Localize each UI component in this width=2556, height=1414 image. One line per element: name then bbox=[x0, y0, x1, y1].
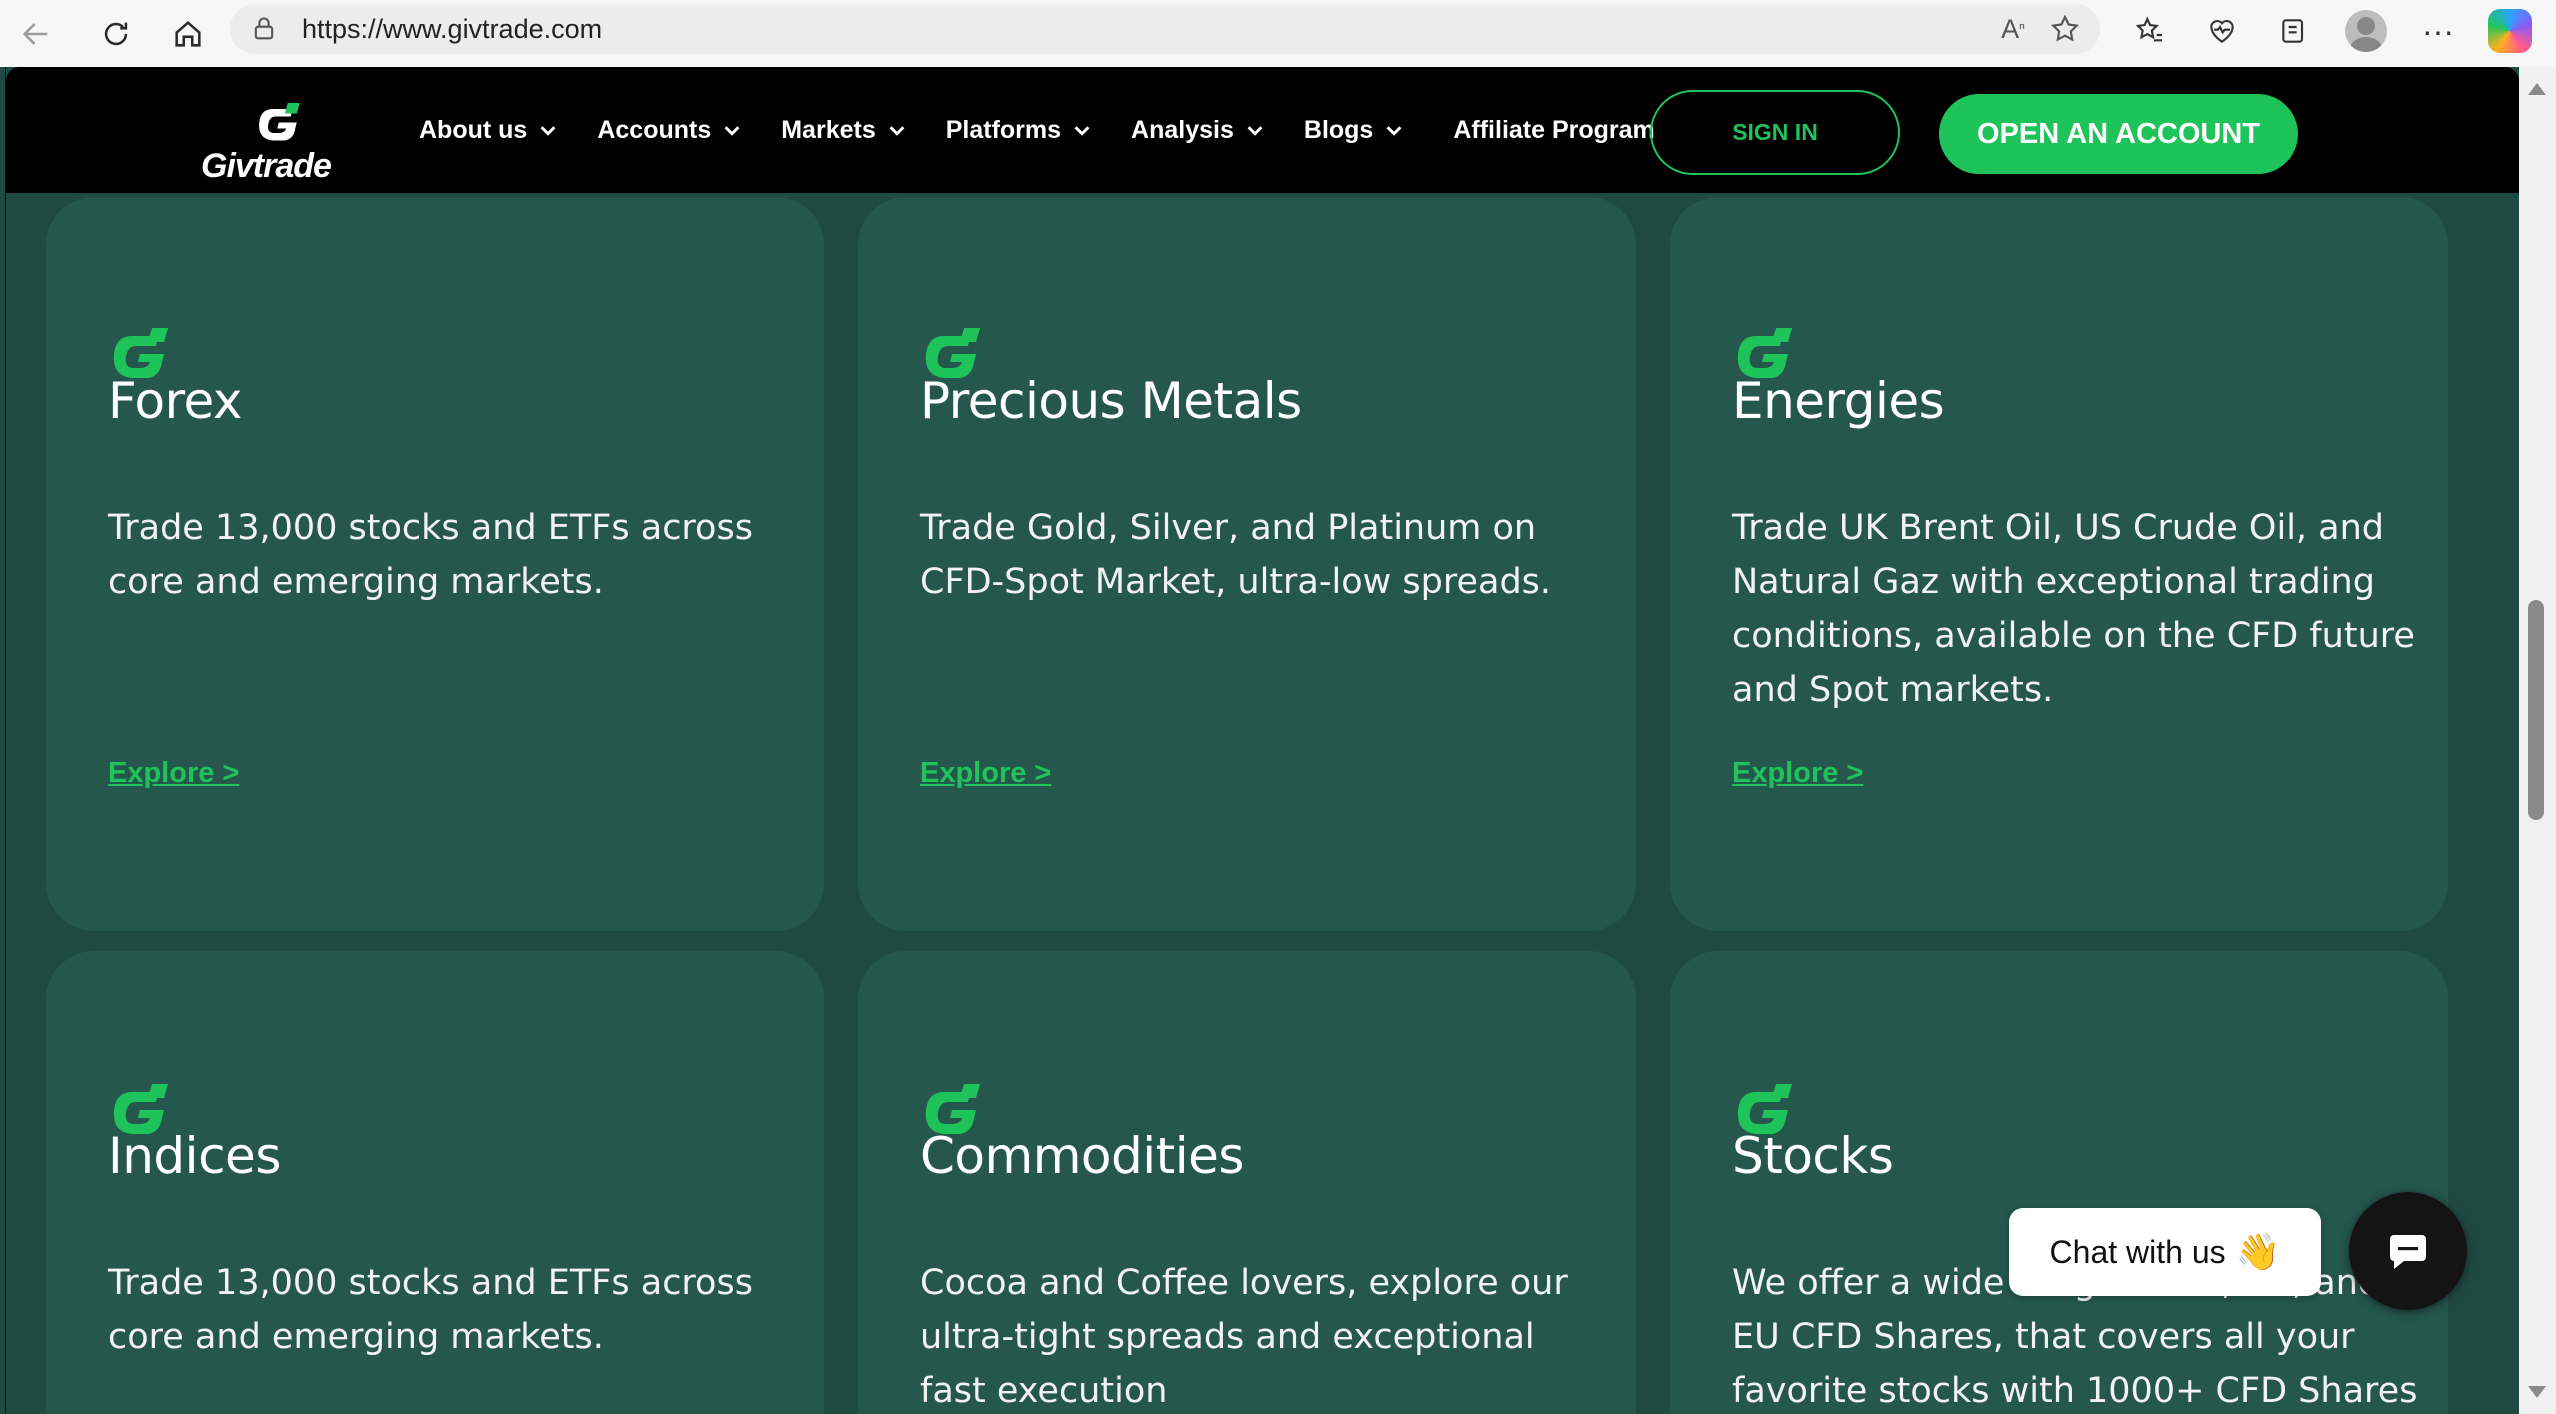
site-header: Givtrade About us Accounts Markets Platf… bbox=[6, 67, 2519, 193]
lock-icon[interactable] bbox=[250, 14, 280, 44]
nav-label: Accounts bbox=[597, 115, 712, 144]
home-icon[interactable] bbox=[158, 4, 218, 64]
favorites-list-icon[interactable] bbox=[2120, 3, 2180, 59]
nav-platforms[interactable]: Platforms bbox=[946, 116, 1093, 145]
chat-prompt-bubble[interactable]: Chat with us 👋 bbox=[2009, 1208, 2321, 1296]
url-text[interactable]: https://www.givtrade.com bbox=[302, 14, 602, 45]
chat-label: Chat with us bbox=[2049, 1233, 2226, 1270]
chat-icon bbox=[2390, 1235, 2426, 1269]
card-title: Indices bbox=[108, 1127, 281, 1185]
open-account-button[interactable]: OPEN AN ACCOUNT bbox=[1939, 94, 2298, 174]
explore-link[interactable]: Explore > bbox=[1732, 757, 1863, 790]
scroll-up-arrow-icon[interactable] bbox=[2528, 83, 2546, 95]
chevron-down-icon bbox=[1247, 126, 1263, 136]
copilot-logo bbox=[2488, 9, 2532, 53]
back-arrow-icon[interactable] bbox=[6, 4, 66, 64]
collections-icon[interactable] bbox=[2264, 3, 2324, 59]
sign-in-button[interactable]: SIGN IN bbox=[1650, 90, 1900, 175]
page-scrollbar[interactable] bbox=[2518, 67, 2556, 1414]
browser-toolbar: https://www.givtrade.com Aⁿ ··· bbox=[0, 0, 2556, 67]
chevron-down-icon bbox=[1074, 126, 1090, 136]
nav-markets[interactable]: Markets bbox=[781, 116, 908, 145]
market-card-indices: Indices Trade 13,000 stocks and ETFs acr… bbox=[46, 951, 824, 1414]
nav-affiliate-program[interactable]: Affiliate Program bbox=[1453, 116, 1654, 145]
card-title: Precious Metals bbox=[920, 372, 1302, 430]
logo-text: Givtrade bbox=[201, 147, 332, 185]
nav-about-us[interactable]: About us bbox=[419, 116, 559, 145]
avatar bbox=[2345, 10, 2387, 52]
market-card-energies: Energies Trade UK Brent Oil, US Crude Oi… bbox=[1670, 197, 2448, 931]
nav-label: Affiliate Program bbox=[1453, 115, 1655, 144]
chat-launcher-button[interactable] bbox=[2349, 1192, 2467, 1310]
card-title: Energies bbox=[1732, 372, 1945, 430]
main-nav: About us Accounts Markets Platforms Anal… bbox=[419, 67, 1693, 193]
givtrade-logo[interactable]: Givtrade bbox=[201, 103, 361, 185]
market-card-stocks: Stocks We offer a wide range of US, UK, … bbox=[1670, 951, 2448, 1414]
market-card-forex: Forex Trade 13,000 stocks and ETFs acros… bbox=[46, 197, 824, 931]
explore-link[interactable]: Explore > bbox=[920, 757, 1051, 790]
nav-accounts[interactable]: Accounts bbox=[597, 116, 743, 145]
market-card-commodities: Commodities Cocoa and Coffee lovers, exp… bbox=[858, 951, 1636, 1414]
nav-analysis[interactable]: Analysis bbox=[1131, 116, 1266, 145]
nav-label: About us bbox=[419, 115, 528, 144]
chevron-down-icon bbox=[1386, 126, 1402, 136]
card-description: Trade 13,000 stocks and ETFs across core… bbox=[108, 1263, 753, 1357]
nav-label: Blogs bbox=[1303, 115, 1374, 144]
card-description: Trade UK Brent Oil, US Crude Oil, and Na… bbox=[1732, 508, 2415, 710]
nav-blogs[interactable]: Blogs bbox=[1304, 116, 1405, 145]
address-bar[interactable]: https://www.givtrade.com Aⁿ bbox=[230, 4, 2100, 54]
card-description: Trade Gold, Silver, and Platinum on CFD-… bbox=[920, 508, 1552, 602]
nav-label: Analysis bbox=[1131, 115, 1234, 144]
health-pulse-icon[interactable] bbox=[2192, 3, 2252, 59]
card-title: Commodities bbox=[920, 1127, 1244, 1185]
copilot-icon[interactable] bbox=[2480, 3, 2540, 59]
page-viewport: WikiFX WikiFX WikiFX WikiFX WikiFX WikiF… bbox=[5, 67, 2519, 1414]
profile-avatar[interactable] bbox=[2336, 3, 2396, 59]
nav-label: Markets bbox=[781, 115, 876, 144]
card-description: Cocoa and Coffee lovers, explore our ult… bbox=[920, 1263, 1568, 1411]
givtrade-logo-icon bbox=[259, 103, 300, 141]
chevron-down-icon bbox=[724, 126, 740, 136]
more-menu-icon[interactable]: ··· bbox=[2408, 3, 2468, 59]
nav-label: Platforms bbox=[945, 115, 1062, 144]
card-title: Forex bbox=[108, 372, 243, 430]
read-aloud-icon[interactable]: Aⁿ bbox=[1992, 8, 2034, 50]
market-card-precious-metals: Precious Metals Trade Gold, Silver, and … bbox=[858, 197, 1636, 931]
card-description: Trade 13,000 stocks and ETFs across core… bbox=[108, 508, 753, 602]
chevron-down-icon bbox=[889, 126, 905, 136]
explore-link[interactable]: Explore > bbox=[108, 757, 239, 790]
favorite-star-icon[interactable] bbox=[2044, 8, 2086, 50]
chevron-down-icon bbox=[540, 126, 556, 136]
scroll-down-arrow-icon[interactable] bbox=[2528, 1386, 2546, 1398]
card-title: Stocks bbox=[1732, 1127, 1894, 1185]
scrollbar-thumb[interactable] bbox=[2528, 600, 2544, 820]
refresh-icon[interactable] bbox=[86, 4, 146, 64]
waving-hand-icon: 👋 bbox=[2235, 1231, 2281, 1272]
